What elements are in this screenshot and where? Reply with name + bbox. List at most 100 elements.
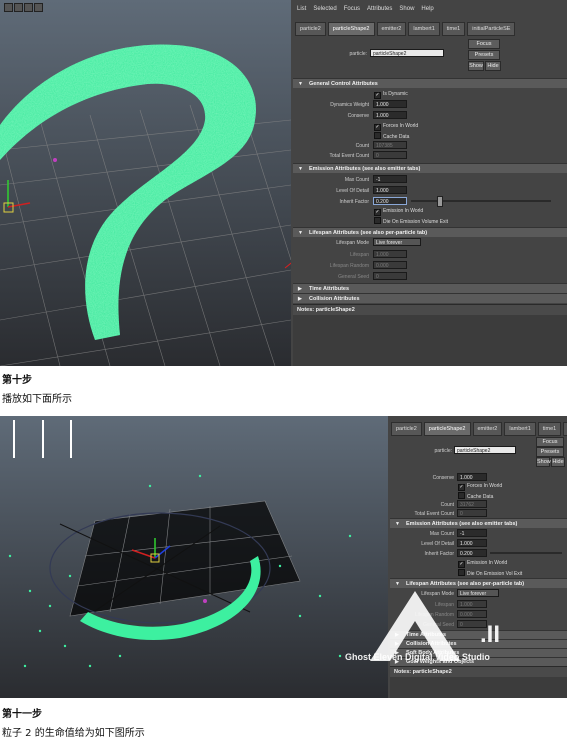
scene-drawing <box>0 44 291 366</box>
section-general-control[interactable]: ▼ General Control Attributes <box>293 78 567 88</box>
notes-textarea[interactable] <box>293 315 567 366</box>
check-icon: ✓ <box>458 484 465 491</box>
presets-button-2[interactable]: Presets <box>536 447 564 457</box>
emission-in-world-label-2: Emission In World <box>467 560 508 566</box>
focus-button-2[interactable]: Focus <box>536 437 564 447</box>
check-icon: ✓ <box>374 209 381 216</box>
emission-in-world-checkbox[interactable]: ✓ Emission In World <box>374 208 423 216</box>
forces-in-world-checkbox-2[interactable]: ✓ Forces In World <box>458 483 502 491</box>
menu-attributes[interactable]: Attributes <box>367 6 392 12</box>
die-on-volume-exit-checkbox[interactable]: Die On Emission Volume Exit <box>374 217 448 225</box>
section-lifespan[interactable]: ▼ Lifespan Attributes (see also per-parti… <box>293 227 567 237</box>
tab-particleshape2[interactable]: particleShape2 <box>423 422 471 436</box>
total-event-count-label: Total Event Count <box>329 153 369 159</box>
is-dynamic-checkbox[interactable]: ✓ Is Dynamic <box>374 91 408 99</box>
is-dynamic-label: Is Dynamic <box>383 91 408 97</box>
inherit-factor-field[interactable]: 0.200 <box>373 197 407 205</box>
menu-help[interactable]: Help <box>421 6 433 12</box>
total-event-count-field: 0 <box>373 151 407 159</box>
count-field: 107385 <box>373 141 407 149</box>
menu-focus[interactable]: Focus <box>344 6 360 12</box>
collapse-icon: ▼ <box>298 166 303 172</box>
menu-show[interactable]: Show <box>399 6 414 12</box>
particle-arc <box>0 44 256 341</box>
show-button[interactable]: Show <box>468 61 484 71</box>
section-time[interactable]: ▶ Time Attributes <box>293 283 567 293</box>
show-button-2[interactable]: Show <box>536 457 551 467</box>
max-count-field[interactable]: -1 <box>373 175 407 183</box>
dynamics-weight-field[interactable]: 1.000 <box>373 100 407 108</box>
emission-in-world-checkbox-2[interactable]: ✓ Emission In World <box>458 560 507 568</box>
menu-selected[interactable]: Selected <box>313 6 336 12</box>
inherit-factor-slider-2[interactable] <box>490 552 562 554</box>
general-seed-field: 0 <box>373 272 407 280</box>
check-icon: ✓ <box>374 124 381 131</box>
cache-data-checkbox[interactable]: Cache Data <box>374 132 409 140</box>
check-icon: ✓ <box>374 92 381 99</box>
level-of-detail-field[interactable]: 1.000 <box>373 186 407 194</box>
viewport-3d-2[interactable] <box>0 416 388 698</box>
lifespan-mode-label: Lifespan Mode <box>336 240 369 246</box>
presets-button[interactable]: Presets <box>468 50 500 60</box>
hide-button-2[interactable]: Hide <box>551 457 565 467</box>
focus-button[interactable]: Focus <box>468 39 500 49</box>
particle-name-field-2[interactable]: particleShape2 <box>454 446 516 454</box>
max-count-field-2[interactable]: -1 <box>457 529 487 537</box>
section-collision[interactable]: ▶ Collision Attributes <box>293 293 567 303</box>
particle-name-field[interactable]: particleShape2 <box>370 49 444 57</box>
tab-time1[interactable]: time1 <box>537 422 562 436</box>
inherit-factor-label: Inherit Factor <box>339 199 369 205</box>
viewport-3d[interactable] <box>0 0 291 366</box>
lifespan-mode-select[interactable]: Live forever <box>373 238 421 246</box>
section-title: Emission Attributes (see also emitter ta… <box>406 521 518 527</box>
watermark-mark: .II <box>480 621 501 648</box>
checkbox-icon <box>374 217 381 224</box>
section-emission-2[interactable]: ▼ Emission Attributes (see also emitter t… <box>390 518 567 528</box>
notes-textarea-2[interactable] <box>390 677 567 698</box>
level-of-detail-label-2: Level Of Detail <box>421 541 454 547</box>
checkbox-icon <box>458 492 465 499</box>
emission-in-world-label: Emission In World <box>383 208 424 214</box>
tab-lambert1[interactable]: lambert1 <box>408 22 440 36</box>
scene-drawing-2 <box>8 420 352 668</box>
conserve-label-2: Conserve <box>432 475 454 481</box>
tab-initialparticlese[interactable]: initialParticleSE <box>467 22 516 36</box>
section-title: Time Attributes <box>309 286 350 292</box>
tab-emitter2[interactable]: emitter2 <box>472 422 503 436</box>
die-on-volume-exit-checkbox-2[interactable]: Die On Emission Vol Exit <box>458 569 522 577</box>
lifespan-random-field: 0.000 <box>373 261 407 269</box>
step-10-heading: 第十步 <box>2 375 32 386</box>
tab-initialparticle[interactable]: initialPartic <box>563 422 567 436</box>
tab-particle2[interactable]: particle2 <box>295 22 326 36</box>
tab-particle2[interactable]: particle2 <box>391 422 422 436</box>
conserve-field-2[interactable]: 1.000 <box>457 473 487 481</box>
watermark-text: Ghost Eleven Digital Video Studio <box>345 652 490 662</box>
section-title: Collision Attributes <box>309 296 360 302</box>
attribute-editor: List Selected Focus Attributes Show Help… <box>291 0 567 366</box>
checkbox-icon <box>374 132 381 139</box>
step-11-text: 粒子 2 的生命值给为如下图所示 <box>2 728 145 739</box>
forces-in-world-label: Forces In World <box>383 123 419 129</box>
section-title: General Control Attributes <box>309 81 378 87</box>
max-count-label: Max Count <box>344 177 369 183</box>
inherit-factor-field-2[interactable]: 0.200 <box>457 549 487 557</box>
inherit-factor-slider[interactable] <box>411 200 551 202</box>
menu-list[interactable]: List <box>297 6 306 12</box>
section-emission[interactable]: ▼ Emission Attributes (see also emitter t… <box>293 163 567 173</box>
particle-label-2: particle: <box>434 448 452 454</box>
tab-time1[interactable]: time1 <box>441 22 466 36</box>
check-icon: ✓ <box>458 561 465 568</box>
conserve-field[interactable]: 1.000 <box>373 111 407 119</box>
total-event-count-field-2: 0 <box>457 509 487 517</box>
tab-emitter2[interactable]: emitter2 <box>376 22 407 36</box>
hide-button[interactable]: Hide <box>485 61 501 71</box>
forces-in-world-label-2: Forces In World <box>467 483 503 489</box>
tab-lambert1[interactable]: lambert1 <box>504 422 536 436</box>
menu-bar: List Selected Focus Attributes Show Help <box>291 0 567 18</box>
cache-data-checkbox-2[interactable]: Cache Data <box>458 492 493 500</box>
forces-in-world-checkbox[interactable]: ✓ Forces In World <box>374 123 418 131</box>
tab-particleshape2[interactable]: particleShape2 <box>327 22 375 36</box>
level-of-detail-field-2[interactable]: 1.000 <box>457 539 487 547</box>
inherit-factor-slider-handle[interactable] <box>437 196 443 207</box>
die-on-volume-exit-label-2: Die On Emission Vol Exit <box>467 571 523 577</box>
